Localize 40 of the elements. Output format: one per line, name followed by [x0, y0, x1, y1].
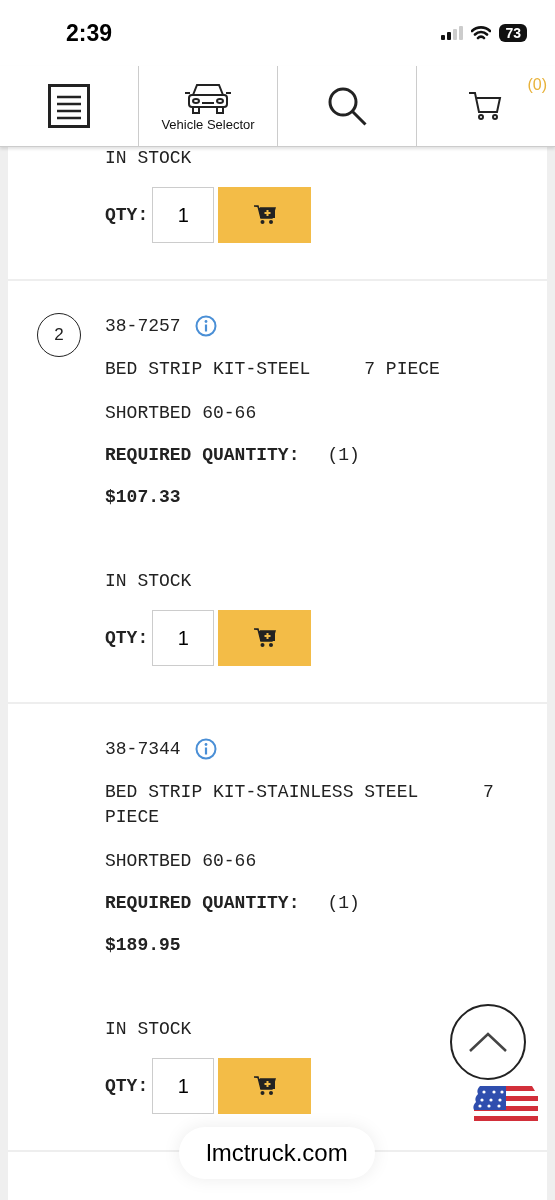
stock-status: IN STOCK	[105, 570, 193, 592]
url-bar[interactable]: lmctruck.com	[179, 1127, 375, 1179]
required-quantity-label: REQUIRED QUANTITY:	[105, 892, 300, 914]
wifi-icon	[471, 25, 492, 41]
chevron-up-icon	[468, 1031, 508, 1053]
cart-count: (0)	[527, 76, 547, 94]
price: $189.95	[105, 934, 182, 956]
required-quantity-label: REQUIRED QUANTITY:	[105, 444, 300, 466]
add-to-cart-icon	[253, 205, 276, 225]
cart-icon	[468, 90, 504, 122]
menu-icon	[48, 84, 90, 128]
fitment-text: SHORTBED 60-66	[105, 402, 258, 424]
add-to-cart-button[interactable]	[218, 187, 312, 243]
qty-field[interactable]: 1	[152, 187, 215, 243]
part-number: 38-7344	[105, 738, 181, 760]
status-time: 2:39	[66, 19, 113, 47]
add-to-cart-icon	[253, 1076, 276, 1096]
required-quantity-value: (1)	[327, 444, 360, 466]
add-to-cart-button[interactable]	[218, 610, 312, 666]
search-icon	[326, 85, 368, 127]
product-description: BED STRIP KIT-STEEL 7 PIECE	[105, 358, 441, 381]
add-to-cart-button[interactable]	[218, 1058, 312, 1114]
info-icon[interactable]	[194, 738, 217, 760]
qty-label: QTY:	[105, 204, 149, 226]
qty-field[interactable]: 1	[152, 610, 215, 666]
add-to-cart-icon	[253, 628, 276, 648]
info-icon[interactable]	[194, 315, 217, 337]
stock-status: IN STOCK	[105, 1018, 193, 1040]
fitment-text: SHORTBED 60-66	[105, 850, 258, 872]
qty-label: QTY:	[105, 627, 149, 649]
stock-status: IN STOCK	[105, 147, 193, 169]
qty-field[interactable]: 1	[152, 1058, 215, 1114]
vehicle-selector-button[interactable]: Vehicle Selector	[139, 66, 278, 146]
battery-level: 73	[499, 24, 527, 42]
part-number: 38-7257	[105, 315, 181, 337]
signal-icon	[441, 26, 464, 40]
product-description: BED STRIP KIT-STAINLESS STEEL 7 PIECE	[105, 781, 495, 829]
price: $107.33	[105, 486, 182, 508]
qty-label: QTY:	[105, 1075, 149, 1097]
required-quantity-value: (1)	[327, 892, 360, 914]
